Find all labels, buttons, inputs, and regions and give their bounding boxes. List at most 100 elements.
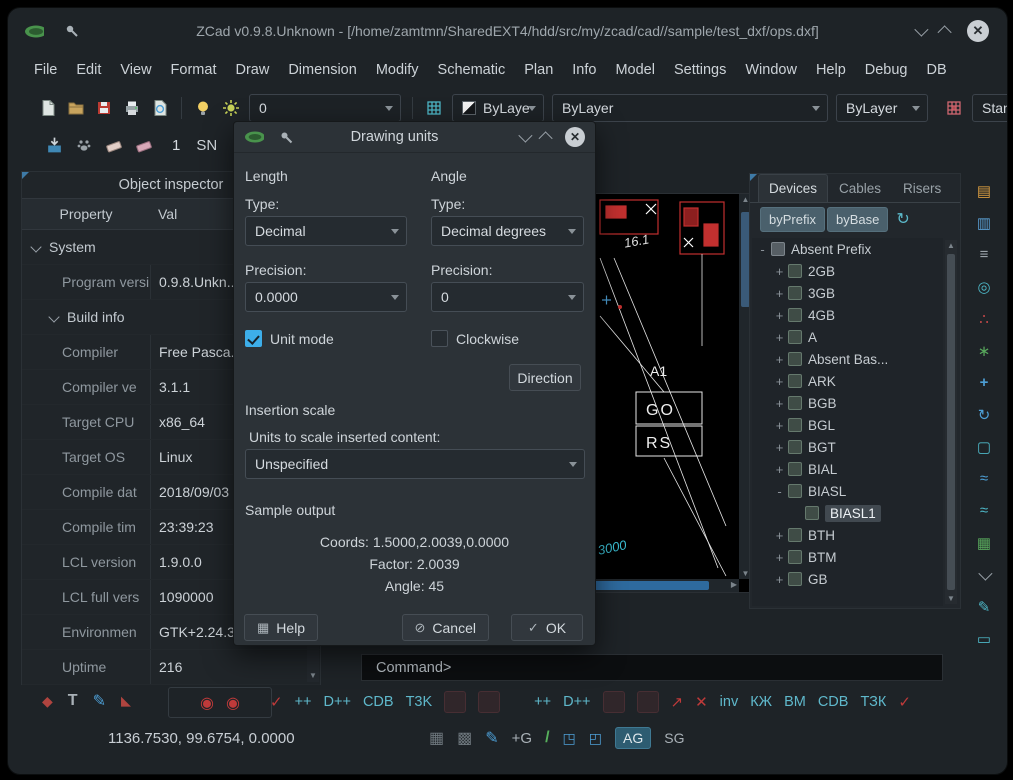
expander-icon[interactable]: + (773, 462, 786, 477)
record-icon[interactable]: ◉ (200, 693, 214, 713)
scroll-down-icon[interactable]: ▼ (945, 594, 957, 603)
snap-mid-icon[interactable]: ◰ (589, 730, 602, 747)
ag-toggle[interactable]: AG (615, 727, 652, 749)
disabled-tool-icon[interactable] (444, 691, 467, 713)
tree-item[interactable]: - Absent Prefix (752, 238, 943, 260)
lineweight-combo[interactable]: ByLayer (836, 94, 928, 122)
tree-item[interactable]: + BGL (752, 414, 943, 436)
points-icon[interactable]: ∴ (973, 308, 995, 329)
expander-icon[interactable]: + (773, 396, 786, 411)
plusplus2-button[interactable]: ++ (534, 694, 551, 710)
tab-cables[interactable]: Cables (828, 174, 893, 202)
tzk-button[interactable]: ТЗК (860, 694, 886, 710)
length-type-combo[interactable]: Decimal (245, 216, 407, 246)
disabled-tool-icon[interactable] (478, 691, 501, 713)
box-icon[interactable]: ▢ (973, 436, 995, 457)
expander-icon[interactable]: + (773, 330, 786, 345)
menu-window[interactable]: Window (745, 62, 797, 78)
expander-icon[interactable]: - (773, 484, 786, 499)
eraser-alt-icon[interactable] (134, 135, 154, 155)
tree-item[interactable]: + BIAL (752, 458, 943, 480)
expander-icon[interactable]: + (773, 352, 786, 367)
tree-item[interactable]: + ARK (752, 370, 943, 392)
list-lines-icon[interactable]: ≡ (973, 244, 995, 265)
plus-g-toggle[interactable]: +G (512, 730, 532, 747)
grid-icon[interactable]: ▦ (973, 532, 995, 553)
length-precision-combo[interactable]: 0.0000 (245, 282, 407, 312)
wave-icon[interactable]: ≈ (973, 500, 995, 521)
tree-item[interactable]: +3GB (752, 282, 943, 304)
menu-dimension[interactable]: Dimension (288, 62, 357, 78)
help-button[interactable]: ▦ Help (244, 614, 319, 641)
refresh-icon[interactable]: ↻ (896, 209, 909, 229)
snap-corner-icon[interactable]: ◳ (563, 730, 576, 747)
measure-icon[interactable]: ▭ (973, 628, 995, 649)
tree-item[interactable]: + BTH (752, 524, 943, 546)
linetype-combo[interactable]: ByLayer (552, 94, 828, 122)
plusplus-button[interactable]: ++ (295, 694, 312, 710)
expander-icon[interactable]: + (773, 550, 786, 565)
tree-item[interactable]: + BTM (752, 546, 943, 568)
dialog-close-button[interactable]: ✕ (565, 127, 585, 147)
scrollbar-thumb[interactable] (947, 254, 955, 590)
record-alt-icon[interactable]: ◉ (226, 693, 240, 713)
expander-icon[interactable]: + (773, 374, 786, 389)
blocks-icon[interactable]: ▥ (973, 212, 995, 233)
dplusplus-button[interactable]: D++ (324, 694, 351, 710)
ok-button[interactable]: ✓ OK (511, 614, 583, 641)
roll-up-icon[interactable] (538, 131, 553, 146)
menu-view[interactable]: View (120, 62, 151, 78)
shade-down-icon[interactable] (914, 22, 929, 37)
pin-icon[interactable] (276, 127, 296, 147)
pencil-icon[interactable]: ✎ (973, 596, 995, 617)
new-file-icon[interactable] (38, 98, 58, 118)
tree-item[interactable]: + BGT (752, 436, 943, 458)
menu-db[interactable]: DB (927, 62, 947, 78)
sg-toggle[interactable]: SG (664, 730, 684, 746)
menu-model[interactable]: Model (615, 62, 655, 78)
scroll-up-icon[interactable]: ▲ (945, 241, 957, 250)
materials-icon[interactable] (944, 98, 964, 118)
collapse-chevron-icon[interactable] (48, 311, 60, 323)
grid-snap-icon[interactable]: ▦ (429, 728, 444, 748)
angle-precision-combo[interactable]: 0 (431, 282, 584, 312)
tab-devices[interactable]: Devices (758, 174, 829, 202)
tree-item[interactable]: +4GB (752, 304, 943, 326)
shade-up-icon[interactable] (937, 25, 952, 40)
expander-icon[interactable]: + (773, 418, 786, 433)
tab-risers[interactable]: Risers (892, 174, 953, 202)
scale-value[interactable]: 1 (172, 137, 180, 154)
command-line[interactable]: Command> (361, 654, 943, 681)
disabled-tool-icon[interactable] (636, 691, 659, 713)
tree-item[interactable]: + GB (752, 568, 943, 590)
t3k-button[interactable]: T3K (406, 694, 433, 710)
unit-mode-checkbox[interactable]: Unit mode (245, 330, 334, 347)
layers-stack-icon[interactable]: ▤ (973, 180, 995, 201)
eraser-icon[interactable] (104, 135, 124, 155)
inv-button[interactable]: inv (720, 694, 739, 710)
draw-mode-icon[interactable]: ✎ (485, 728, 498, 748)
property-column-header[interactable]: Property (22, 206, 150, 222)
add-icon[interactable]: + (973, 372, 995, 393)
menu-modify[interactable]: Modify (376, 62, 419, 78)
expander-icon[interactable]: + (773, 528, 786, 543)
import-block-icon[interactable] (44, 135, 64, 155)
menu-edit[interactable]: Edit (76, 62, 101, 78)
tool-icon[interactable]: ◆ (42, 693, 53, 710)
scroll-right-icon[interactable]: ▶ (731, 580, 737, 589)
expander-icon[interactable]: + (773, 572, 786, 587)
pencil-icon[interactable]: ✎ (93, 691, 106, 711)
menu-info[interactable]: Info (572, 62, 596, 78)
menu-draw[interactable]: Draw (235, 62, 269, 78)
menu-plan[interactable]: Plan (524, 62, 553, 78)
disabled-tool-icon[interactable] (602, 691, 625, 713)
tree-item[interactable]: + Absent Bas... (752, 348, 943, 370)
tree-scrollbar[interactable]: ▲ ▼ (945, 240, 957, 604)
slope-icon[interactable]: / (545, 729, 549, 747)
clockwise-checkbox[interactable]: Clockwise (431, 330, 519, 347)
menu-format[interactable]: Format (171, 62, 217, 78)
paw-icon[interactable] (74, 135, 94, 155)
text-tool-icon[interactable]: T (68, 692, 78, 710)
direction-button[interactable]: Direction (509, 364, 581, 391)
value-column-header[interactable]: Val (150, 206, 177, 222)
